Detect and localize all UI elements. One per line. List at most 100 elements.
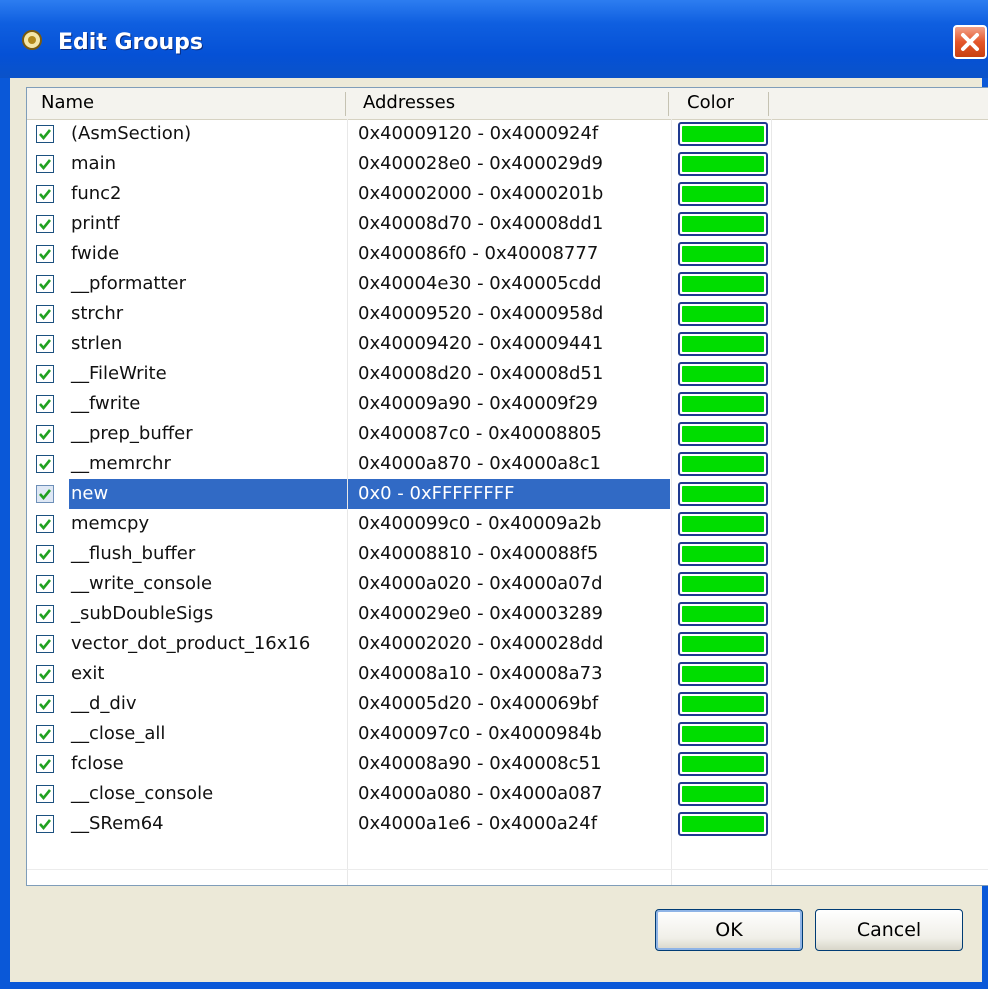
table-row[interactable]: __SRem64 0x4000a1e6 - 0x4000a24f <box>27 809 988 839</box>
group-name: __SRem64 <box>71 813 164 834</box>
color-swatch[interactable] <box>678 182 768 206</box>
group-checkbox[interactable] <box>36 755 54 773</box>
cancel-button[interactable]: Cancel <box>815 909 963 951</box>
group-checkbox[interactable] <box>36 515 54 533</box>
group-checkbox[interactable] <box>36 245 54 263</box>
color-swatch[interactable] <box>678 122 768 146</box>
table-row[interactable]: new 0x0 - 0xFFFFFFFF <box>27 479 988 509</box>
table-row[interactable]: __close_all 0x400097c0 - 0x4000984b <box>27 719 988 749</box>
color-swatch[interactable] <box>678 212 768 236</box>
checkmark-icon <box>39 369 52 381</box>
group-checkbox[interactable] <box>36 425 54 443</box>
table-row[interactable]: _subDoubleSigs 0x400029e0 - 0x40003289 <box>27 599 988 629</box>
column-header-name[interactable]: Name <box>41 88 94 119</box>
group-checkbox[interactable] <box>36 335 54 353</box>
color-swatch[interactable] <box>678 482 768 506</box>
color-swatch[interactable] <box>678 602 768 626</box>
group-checkbox[interactable] <box>36 365 54 383</box>
checkmark-icon <box>39 729 52 741</box>
close-button[interactable] <box>953 25 987 59</box>
table-row[interactable]: __write_console 0x4000a020 - 0x4000a07d <box>27 569 988 599</box>
table-row[interactable]: strlen 0x40009420 - 0x40009441 <box>27 329 988 359</box>
color-fill <box>682 186 764 202</box>
column-header-color[interactable]: Color <box>687 88 734 119</box>
group-checkbox[interactable] <box>36 545 54 563</box>
checkmark-icon <box>39 549 52 561</box>
group-checkbox[interactable] <box>36 275 54 293</box>
color-swatch[interactable] <box>678 722 768 746</box>
color-swatch[interactable] <box>678 302 768 326</box>
color-swatch[interactable] <box>678 572 768 596</box>
table-row[interactable]: fclose 0x40008a90 - 0x40008c51 <box>27 749 988 779</box>
group-checkbox[interactable] <box>36 785 54 803</box>
color-swatch[interactable] <box>678 362 768 386</box>
group-addresses: 0x4000a870 - 0x4000a8c1 <box>358 453 601 474</box>
color-swatch[interactable] <box>678 152 768 176</box>
group-checkbox[interactable] <box>36 455 54 473</box>
color-swatch[interactable] <box>678 422 768 446</box>
group-addresses: 0x0 - 0xFFFFFFFF <box>358 483 515 504</box>
column-separator[interactable] <box>668 92 669 116</box>
checkmark-icon <box>39 399 52 411</box>
color-swatch[interactable] <box>678 512 768 536</box>
color-swatch[interactable] <box>678 242 768 266</box>
color-swatch[interactable] <box>678 692 768 716</box>
group-addresses: 0x4000a080 - 0x4000a087 <box>358 783 603 804</box>
group-checkbox[interactable] <box>36 185 54 203</box>
color-swatch[interactable] <box>678 452 768 476</box>
table-row[interactable]: strchr 0x40009520 - 0x4000958d <box>27 299 988 329</box>
color-swatch[interactable] <box>678 272 768 296</box>
table-row[interactable]: exit 0x40008a10 - 0x40008a73 <box>27 659 988 689</box>
group-name: __pformatter <box>71 273 187 294</box>
color-swatch[interactable] <box>678 812 768 836</box>
checkmark-icon <box>39 819 52 831</box>
group-checkbox[interactable] <box>36 635 54 653</box>
color-swatch[interactable] <box>678 392 768 416</box>
group-checkbox[interactable] <box>36 395 54 413</box>
table-row[interactable]: (AsmSection) 0x40009120 - 0x4000924f <box>27 119 988 149</box>
group-checkbox[interactable] <box>36 815 54 833</box>
table-row[interactable]: __prep_buffer 0x400087c0 - 0x40008805 <box>27 419 988 449</box>
group-checkbox[interactable] <box>36 575 54 593</box>
group-name: __prep_buffer <box>71 423 193 444</box>
group-checkbox[interactable] <box>36 695 54 713</box>
column-header-addresses[interactable]: Addresses <box>363 88 455 119</box>
color-swatch[interactable] <box>678 782 768 806</box>
table-row[interactable]: __close_console 0x4000a080 - 0x4000a087 <box>27 779 988 809</box>
column-separator[interactable] <box>345 92 346 116</box>
color-swatch[interactable] <box>678 632 768 656</box>
table-row[interactable]: printf 0x40008d70 - 0x40008dd1 <box>27 209 988 239</box>
group-checkbox[interactable] <box>36 155 54 173</box>
table-row[interactable]: __FileWrite 0x40008d20 - 0x40008d51 <box>27 359 988 389</box>
table-row[interactable]: __pformatter 0x40004e30 - 0x40005cdd <box>27 269 988 299</box>
table-row[interactable]: __flush_buffer 0x40008810 - 0x400088f5 <box>27 539 988 569</box>
group-addresses: 0x40004e30 - 0x40005cdd <box>358 273 602 294</box>
table-row[interactable]: vector_dot_product_16x16 0x40002020 - 0x4… <box>27 629 988 659</box>
color-swatch[interactable] <box>678 662 768 686</box>
color-swatch[interactable] <box>678 542 768 566</box>
color-swatch[interactable] <box>678 752 768 776</box>
group-name: vector_dot_product_16x16 <box>71 633 311 654</box>
group-checkbox[interactable] <box>36 125 54 143</box>
group-checkbox[interactable] <box>36 605 54 623</box>
title-bar[interactable]: Edit Groups <box>0 0 988 78</box>
group-checkbox[interactable] <box>36 725 54 743</box>
color-fill <box>682 636 764 652</box>
table-row[interactable]: func2 0x40002000 - 0x4000201b <box>27 179 988 209</box>
table-row[interactable]: main 0x400028e0 - 0x400029d9 <box>27 149 988 179</box>
table-row[interactable]: __memrchr 0x4000a870 - 0x4000a8c1 <box>27 449 988 479</box>
group-checkbox[interactable] <box>36 665 54 683</box>
group-checkbox[interactable] <box>36 305 54 323</box>
group-checkbox[interactable] <box>36 215 54 233</box>
color-fill <box>682 456 764 472</box>
checkmark-icon <box>39 339 52 351</box>
table-row[interactable]: __fwrite 0x40009a90 - 0x40009f29 <box>27 389 988 419</box>
color-swatch[interactable] <box>678 332 768 356</box>
table-row[interactable]: memcpy 0x400099c0 - 0x40009a2b <box>27 509 988 539</box>
group-checkbox[interactable] <box>36 485 54 503</box>
table-row[interactable]: fwide 0x400086f0 - 0x40008777 <box>27 239 988 269</box>
ok-button[interactable]: OK <box>655 909 803 951</box>
column-separator[interactable] <box>768 92 769 116</box>
table-row[interactable]: __d_div 0x40005d20 - 0x400069bf <box>27 689 988 719</box>
checkmark-icon <box>39 249 52 261</box>
